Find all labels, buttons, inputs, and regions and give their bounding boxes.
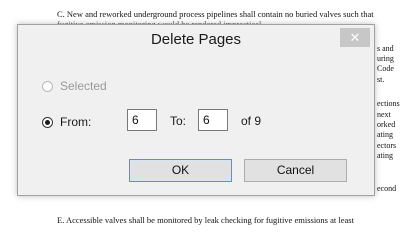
doc-line-bottom: E. Accessible valves shall be monitored …	[57, 215, 354, 225]
doc-fragment: econd	[377, 184, 397, 193]
option-from[interactable]: From:	[42, 115, 91, 129]
doc-fragment: ections	[377, 99, 400, 108]
to-page-input[interactable]: 6	[198, 109, 228, 131]
doc-fragment: Code	[377, 64, 394, 73]
doc-fragment: ating	[377, 151, 393, 160]
dialog-titlebar[interactable]: Delete Pages ✕	[18, 25, 374, 55]
page-count-label: of 9	[241, 114, 262, 128]
doc-line-top: C. New and reworked underground process …	[57, 9, 374, 19]
delete-pages-dialog: Delete Pages ✕ Selected From: 6 To: 6 of…	[17, 24, 375, 196]
to-label: To:	[170, 114, 187, 128]
doc-fragment: next	[377, 110, 391, 119]
dialog-title: Delete Pages	[150, 31, 242, 48]
close-icon: ✕	[349, 30, 361, 45]
from-page-input[interactable]: 6	[127, 109, 157, 131]
doc-fragment: s and	[377, 44, 394, 53]
ok-button[interactable]: OK	[129, 159, 232, 182]
from-radio[interactable]	[42, 116, 53, 128]
option-selected: Selected	[42, 79, 107, 93]
doc-fragment: ectors	[377, 141, 397, 150]
from-label: From:	[60, 115, 92, 129]
doc-fragment: ating	[377, 130, 393, 139]
close-button[interactable]: ✕	[340, 28, 370, 47]
selected-label: Selected	[60, 79, 107, 93]
selected-radio	[42, 80, 53, 92]
doc-fragment: uring	[377, 54, 394, 63]
cancel-button[interactable]: Cancel	[244, 159, 347, 182]
doc-fragment: orked	[377, 120, 396, 129]
doc-fragment: st.	[377, 75, 385, 84]
